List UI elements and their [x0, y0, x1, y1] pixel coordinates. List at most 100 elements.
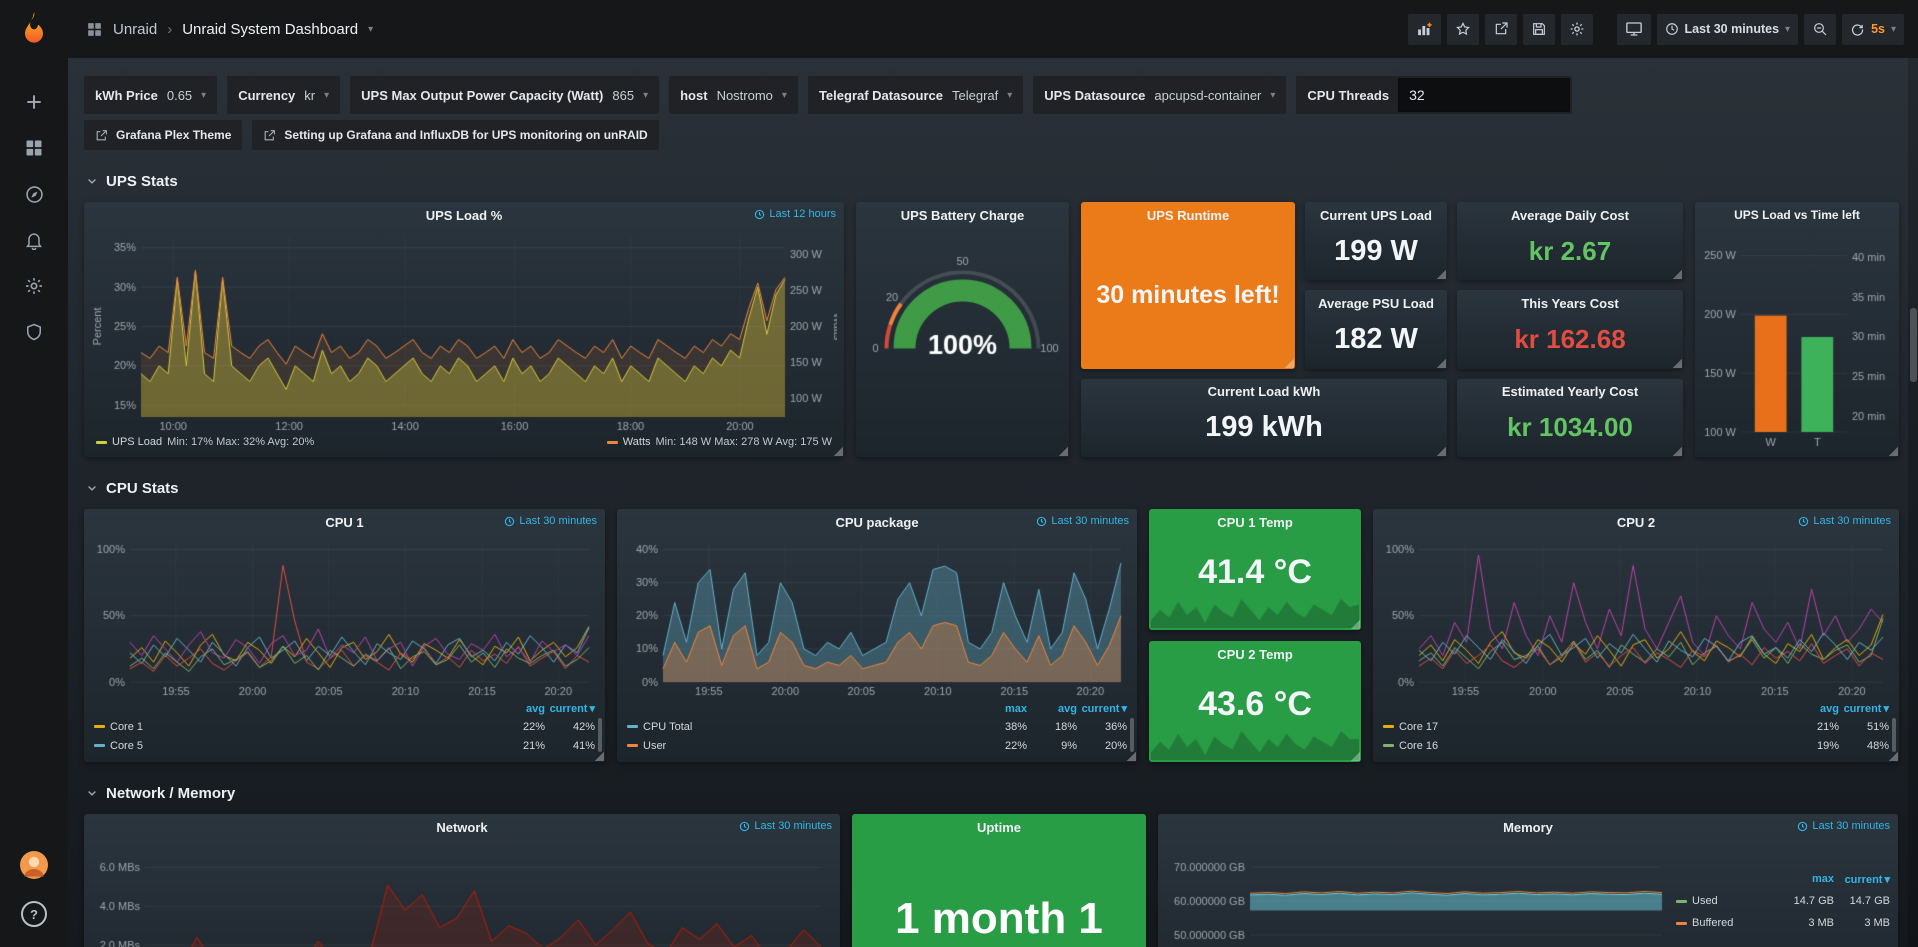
cpu2-chart[interactable] [1379, 535, 1893, 698]
panel-current-ups-load: Current UPS Load 199 W [1305, 202, 1447, 280]
breadcrumb-folder[interactable]: Unraid [113, 21, 157, 38]
panel-average-psu-load: Average PSU Load 182 W [1305, 290, 1447, 368]
server-admin-shield-icon[interactable] [11, 309, 57, 355]
explore-compass-icon[interactable] [11, 171, 57, 217]
resize-handle[interactable] [1672, 358, 1682, 368]
legend-scrollbar[interactable] [598, 718, 602, 752]
clock-icon [1665, 22, 1679, 36]
panel-title[interactable]: Average Daily Cost [1457, 202, 1683, 228]
alerting-bell-icon[interactable] [11, 217, 57, 263]
panel-title[interactable]: Uptime [852, 814, 1146, 840]
panel-time-override[interactable]: Last 30 minutes [1798, 515, 1891, 527]
resize-handle[interactable] [1284, 358, 1294, 368]
resize-handle[interactable] [594, 751, 604, 761]
legend-scrollbar[interactable] [1892, 718, 1896, 752]
variable-ups-max-watt[interactable]: UPS Max Output Power Capacity (Watt) 865… [350, 76, 659, 114]
panel-title[interactable]: Current UPS Load [1305, 202, 1447, 228]
legend-scrollbar[interactable] [1130, 718, 1134, 752]
memory-chart[interactable] [1164, 840, 1670, 947]
panel-time-override[interactable]: Last 30 minutes [1797, 820, 1890, 832]
ups-stat-grid: Current UPS Load 199 W UPS Runtime 30 mi… [1081, 202, 1683, 457]
cpu2-temp-sparkline [1151, 726, 1359, 760]
variable-currency[interactable]: Currency kr ▾ [227, 76, 340, 114]
grafana-logo-icon[interactable] [16, 10, 52, 51]
breadcrumb: Unraid › Unraid System Dashboard ▾ [86, 21, 373, 38]
resize-handle[interactable] [1436, 269, 1446, 279]
panel-title[interactable]: Memory [1158, 814, 1898, 840]
ups-load-time-bar-chart[interactable] [1701, 228, 1893, 450]
resize-handle[interactable] [1888, 751, 1898, 761]
panel-title[interactable]: Network [84, 814, 840, 840]
row-header-cpu-stats[interactable]: CPU Stats [86, 477, 1904, 499]
add-icon[interactable] [11, 79, 57, 125]
user-avatar[interactable] [19, 850, 49, 885]
stat-value: kr 2.67 [1457, 226, 1683, 276]
variable-host[interactable]: host Nostromo ▾ [669, 76, 798, 114]
help-icon[interactable]: ? [21, 901, 47, 927]
panel-row-ups: UPS Load % Last 12 hours UPS LoadMin: 17… [84, 202, 1904, 457]
panel-title[interactable]: UPS Runtime [1081, 202, 1295, 228]
time-range-picker[interactable]: Last 30 minutes ▾ [1657, 14, 1799, 45]
panel-title[interactable]: CPU 2 Temp [1149, 641, 1361, 667]
panel-title[interactable]: Current Load kWh [1081, 379, 1447, 405]
panel-time-override[interactable]: Last 30 minutes [739, 820, 832, 832]
tv-mode-button[interactable] [1617, 14, 1651, 45]
resize-handle[interactable] [1350, 751, 1360, 761]
resize-handle[interactable] [1672, 446, 1682, 456]
panel-cpu2-temp: CPU 2 Temp 43.6 °C [1149, 641, 1361, 762]
refresh-button[interactable]: 5s ▾ [1842, 14, 1904, 45]
battery-gauge[interactable] [863, 228, 1062, 443]
ups-load-chart[interactable] [91, 228, 837, 433]
resize-handle[interactable] [1436, 358, 1446, 368]
panel-cpu-package: CPU package Last 30 minutes maxavgcurren… [617, 509, 1137, 762]
dashboards-icon[interactable] [11, 125, 57, 171]
cpu1-chart[interactable] [90, 535, 599, 698]
panel-title[interactable]: CPU 1 Temp [1149, 509, 1361, 535]
scrollbar-thumb[interactable] [1910, 308, 1917, 382]
variable-kwh-price[interactable]: kWh Price 0.65 ▾ [84, 76, 217, 114]
save-button[interactable] [1523, 14, 1555, 45]
panel-cpu2: CPU 2 Last 30 minutes avgcurrent Core 17… [1373, 509, 1899, 762]
panel-time-override[interactable]: Last 12 hours [754, 208, 836, 220]
panel-title[interactable]: Estimated Yearly Cost [1457, 379, 1683, 405]
panel-time-override[interactable]: Last 30 minutes [1036, 515, 1129, 527]
sidebar: ? [0, 0, 68, 947]
share-button[interactable] [1485, 14, 1517, 45]
chart-legend: UPS LoadMin: 17% Max: 32% Avg: 20% Watts… [84, 433, 844, 448]
configuration-gear-icon[interactable] [11, 263, 57, 309]
resize-handle[interactable] [1058, 446, 1068, 456]
panel-title[interactable]: UPS Load % [84, 202, 844, 228]
row-header-ups-stats[interactable]: UPS Stats [86, 170, 1904, 192]
link-grafana-plex-theme[interactable]: Grafana Plex Theme [84, 120, 242, 150]
link-ups-monitoring-guide[interactable]: Setting up Grafana and InfluxDB for UPS … [252, 120, 658, 150]
legend-row: CPU Total38%18%36% [627, 717, 1127, 736]
variable-telegraf-datasource[interactable]: Telegraf Datasource Telegraf ▾ [808, 76, 1023, 114]
panel-memory: Memory Last 30 minutes maxcurrent Used14… [1158, 814, 1898, 947]
panel-title[interactable]: UPS Load vs Time left [1695, 202, 1899, 228]
panel-title[interactable]: UPS Battery Charge [856, 202, 1069, 228]
panel-time-override[interactable]: Last 30 minutes [504, 515, 597, 527]
legend-row: Core 1721%51% [1383, 717, 1889, 736]
chart-legend: avgcurrent Core 1721%51% Core 1619%48% [1373, 698, 1899, 755]
dashboard-title[interactable]: Unraid System Dashboard [182, 21, 358, 38]
panel-title[interactable]: This Years Cost [1457, 290, 1683, 316]
panel-title[interactable]: Average PSU Load [1305, 290, 1447, 316]
resize-handle[interactable] [1350, 619, 1360, 629]
add-panel-button[interactable] [1408, 14, 1441, 45]
settings-gear-button[interactable] [1561, 14, 1593, 45]
row-header-network-memory[interactable]: Network / Memory [86, 782, 1904, 804]
cpu-package-chart[interactable] [623, 535, 1131, 698]
cpu-threads-input[interactable] [1398, 78, 1570, 112]
star-button[interactable] [1447, 14, 1479, 45]
zoom-out-button[interactable] [1804, 14, 1836, 45]
variable-ups-datasource[interactable]: UPS Datasource apcupsd-container ▾ [1033, 76, 1286, 114]
resize-handle[interactable] [1436, 446, 1446, 456]
resize-handle[interactable] [1126, 751, 1136, 761]
page-scrollbar [1908, 58, 1918, 947]
resize-handle[interactable] [833, 446, 843, 456]
resize-handle[interactable] [1888, 446, 1898, 456]
chevron-down-icon[interactable]: ▾ [368, 24, 373, 35]
panel-cpu1-temp: CPU 1 Temp 41.4 °C [1149, 509, 1361, 630]
resize-handle[interactable] [1672, 269, 1682, 279]
network-chart[interactable] [91, 840, 833, 947]
